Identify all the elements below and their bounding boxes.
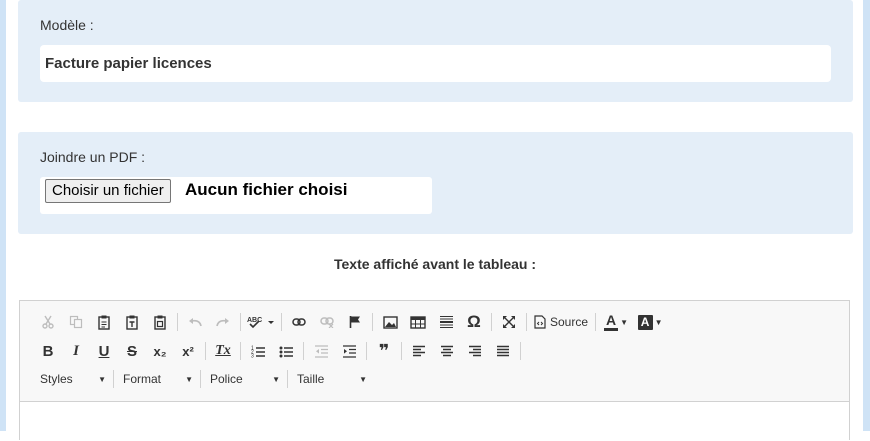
toolbar-row-3: Styles ▼ Format ▼ Police ▼ Taille ▼ <box>34 368 371 390</box>
cut-icon[interactable] <box>34 311 62 333</box>
outdent-icon[interactable] <box>307 340 335 362</box>
toolbar-separator <box>401 342 402 360</box>
chevron-down-icon: ▼ <box>654 317 663 327</box>
file-input[interactable]: Choisir un fichier Aucun fichier choisi <box>40 177 432 214</box>
bg-color-icon[interactable]: A ▼ <box>633 311 667 333</box>
model-field[interactable]: Facture papier licences <box>40 45 831 82</box>
toolbar-separator <box>303 342 304 360</box>
toolbar-separator <box>205 342 206 360</box>
horizontal-rule-icon[interactable] <box>432 311 460 333</box>
right-border <box>863 0 870 431</box>
toolbar-row-1: ABC Ω Source A ▼ A ▼ <box>34 311 667 333</box>
size-label: Taille <box>297 372 325 386</box>
link-icon[interactable] <box>285 311 313 333</box>
italic-icon[interactable]: I <box>62 340 90 362</box>
text-color-bar <box>604 328 619 331</box>
toolbar-row-2: B I U S x₂ x² Tx 123 ❞ <box>34 340 524 362</box>
model-panel: Modèle : Facture papier licences <box>18 0 853 102</box>
svg-text:ABC: ABC <box>247 317 262 324</box>
indent-icon[interactable] <box>335 340 363 362</box>
maximize-icon[interactable] <box>495 311 523 333</box>
align-right-icon[interactable] <box>461 340 489 362</box>
special-char-icon[interactable]: Ω <box>460 311 488 333</box>
anchor-flag-icon[interactable] <box>341 311 369 333</box>
svg-text:3: 3 <box>251 353 254 358</box>
superscript-icon[interactable]: x² <box>174 340 202 362</box>
remove-format-icon[interactable]: Tx <box>209 340 237 362</box>
chevron-down-icon: ▼ <box>620 317 628 327</box>
strikethrough-icon[interactable]: S <box>118 340 146 362</box>
editor-caption: Texte affiché avant le tableau : <box>333 256 537 272</box>
rich-text-editor: ABC Ω Source A ▼ A ▼ B I U S x₂ x² Tx 1 … <box>19 300 850 441</box>
table-icon[interactable] <box>404 311 432 333</box>
styles-label: Styles <box>40 372 73 386</box>
toolbar-separator <box>287 370 288 388</box>
source-label: Source <box>550 315 589 329</box>
editor-content-area[interactable] <box>20 401 849 441</box>
align-center-icon[interactable] <box>433 340 461 362</box>
chevron-down-icon: ▼ <box>359 374 367 384</box>
unlink-icon[interactable] <box>313 311 341 333</box>
model-label: Modèle : <box>40 17 94 33</box>
toolbar-separator <box>200 370 201 388</box>
toolbar-separator <box>240 342 241 360</box>
text-color-glyph: A <box>606 312 617 328</box>
size-dropdown[interactable]: Taille ▼ <box>291 368 371 390</box>
toolbar-separator <box>520 342 521 360</box>
font-dropdown[interactable]: Police ▼ <box>204 368 284 390</box>
paste-text-icon[interactable] <box>118 311 146 333</box>
undo-icon[interactable] <box>181 311 209 333</box>
source-button[interactable]: Source <box>530 311 592 333</box>
paste-icon[interactable] <box>90 311 118 333</box>
toolbar-separator <box>366 342 367 360</box>
chevron-down-icon: ▼ <box>185 374 193 384</box>
format-label: Format <box>123 372 162 386</box>
align-justify-icon[interactable] <box>489 340 517 362</box>
chevron-down-icon: ▼ <box>98 374 106 384</box>
editor-toolbar: ABC Ω Source A ▼ A ▼ B I U S x₂ x² Tx 1 … <box>20 301 849 401</box>
text-color-icon[interactable]: A ▼ <box>599 311 633 333</box>
chevron-down-icon: ▼ <box>272 374 280 384</box>
font-label: Police <box>210 372 243 386</box>
left-border <box>0 0 6 431</box>
pdf-panel: Joindre un PDF : Choisir un fichier Aucu… <box>18 132 853 234</box>
toolbar-separator <box>281 313 282 331</box>
toolbar-separator <box>177 313 178 331</box>
toolbar-separator <box>491 313 492 331</box>
subscript-icon[interactable]: x₂ <box>146 340 174 362</box>
toolbar-separator <box>526 313 527 331</box>
paste-word-icon[interactable] <box>146 311 174 333</box>
pdf-label: Joindre un PDF : <box>40 149 146 165</box>
bold-icon[interactable]: B <box>34 340 62 362</box>
underline-icon[interactable]: U <box>90 340 118 362</box>
bg-color-glyph: A <box>637 314 653 330</box>
align-left-icon[interactable] <box>405 340 433 362</box>
redo-icon[interactable] <box>209 311 237 333</box>
toolbar-separator <box>595 313 597 331</box>
styles-dropdown[interactable]: Styles ▼ <box>34 368 110 390</box>
file-status: Aucun fichier choisi <box>185 180 348 199</box>
toolbar-separator <box>372 313 373 331</box>
image-icon[interactable] <box>376 311 404 333</box>
bullet-list-icon[interactable] <box>272 340 300 362</box>
choose-file-button[interactable]: Choisir un fichier <box>45 179 171 203</box>
spellcheck-icon[interactable]: ABC <box>244 311 278 333</box>
toolbar-separator <box>113 370 114 388</box>
format-dropdown[interactable]: Format ▼ <box>117 368 197 390</box>
toolbar-separator <box>240 313 241 331</box>
numbered-list-icon[interactable]: 123 <box>244 340 272 362</box>
blockquote-icon[interactable]: ❞ <box>370 340 398 362</box>
copy-icon[interactable] <box>62 311 90 333</box>
source-icon <box>534 315 546 329</box>
